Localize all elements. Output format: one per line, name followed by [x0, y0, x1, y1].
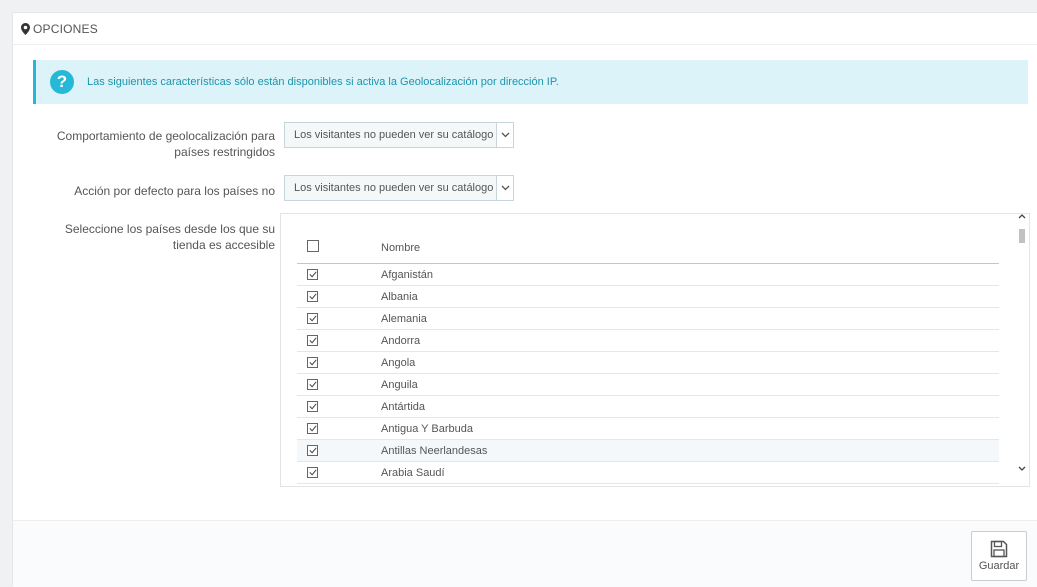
column-header-name: Nombre: [381, 242, 421, 254]
countries-label: Seleccione los países desde los que su t…: [65, 221, 275, 253]
scrollbar-thumb[interactable]: [1019, 229, 1025, 243]
geolocation-behavior-select[interactable]: Los visitantes no pueden ver su catálogo: [284, 122, 514, 148]
country-checkbox[interactable]: [307, 401, 318, 412]
label-line: Seleccione los países desde los que su: [64, 222, 275, 236]
default-action-select[interactable]: Los visitantes no pueden ver su catálogo: [284, 175, 514, 201]
table-row: Afganistán: [297, 264, 999, 286]
country-checkbox[interactable]: [307, 291, 318, 302]
table-row: Antártida: [297, 396, 999, 418]
info-alert: ? Las siguientes características sólo es…: [33, 60, 1028, 104]
country-name: Anguila: [381, 379, 418, 391]
country-checkbox[interactable]: [307, 423, 318, 434]
check-icon: [309, 447, 317, 454]
country-name: Andorra: [381, 335, 421, 347]
question-icon: ?: [50, 70, 74, 94]
country-name: Arabia Saudí: [381, 467, 445, 479]
label-line: tienda es accesible: [172, 238, 275, 252]
country-name: Antigua Y Barbuda: [381, 423, 473, 435]
country-name: Antillas Neerlandesas: [381, 445, 488, 457]
table-row: Angola: [297, 352, 999, 374]
check-icon: [309, 315, 317, 322]
scroll-down-icon[interactable]: [1016, 463, 1028, 473]
countries-table: Nombre Afganistán Albania Alemania Andor…: [280, 213, 1030, 487]
check-icon: [309, 359, 317, 366]
country-checkbox[interactable]: [307, 269, 318, 280]
label-line: países restringidos: [174, 145, 275, 159]
check-icon: [309, 425, 317, 432]
country-checkbox[interactable]: [307, 357, 318, 368]
table-row-partial: [297, 484, 999, 486]
table-header: Nombre: [297, 232, 999, 264]
chevron-down-icon[interactable]: [496, 123, 513, 147]
table-row: Anguila: [297, 374, 999, 396]
table-row: Antigua Y Barbuda: [297, 418, 999, 440]
country-name: Alemania: [381, 313, 427, 325]
check-icon: [309, 381, 317, 388]
alert-text: Las siguientes características sólo está…: [87, 76, 559, 88]
table-row: Albania: [297, 286, 999, 308]
country-name: Antártida: [381, 401, 426, 413]
select-value: Los visitantes no pueden ver su catálogo: [294, 182, 494, 194]
map-marker-icon: [21, 22, 30, 35]
country-checkbox[interactable]: [307, 313, 318, 324]
country-checkbox[interactable]: [307, 467, 318, 478]
table-scrollbar[interactable]: [1016, 211, 1028, 473]
chevron-down-icon[interactable]: [496, 176, 513, 200]
country-name: Afganistán: [381, 269, 433, 281]
country-name: Angola: [381, 357, 416, 369]
table-row: Alemania: [297, 308, 999, 330]
panel-heading: OPCIONES: [13, 13, 1037, 45]
check-icon: [309, 469, 317, 476]
country-checkbox[interactable]: [307, 379, 318, 390]
check-icon: [309, 271, 317, 278]
scroll-up-icon[interactable]: [1016, 211, 1028, 221]
select-all-checkbox[interactable]: [307, 240, 319, 252]
label-line: Acción por defecto para los países no: [74, 184, 275, 198]
save-label: Guardar: [978, 560, 1020, 572]
table-row: Andorra: [297, 330, 999, 352]
geolocation-behavior-label: Comportamiento de geolocalización para p…: [57, 128, 275, 160]
save-button[interactable]: Guardar: [971, 531, 1027, 581]
country-checkbox[interactable]: [307, 445, 318, 456]
table-row: Antillas Neerlandesas: [297, 440, 999, 462]
options-panel: OPCIONES ? Las siguientes característica…: [12, 12, 1037, 587]
check-icon: [309, 337, 317, 344]
table-row: Arabia Saudí: [297, 462, 999, 484]
country-name: Albania: [381, 291, 418, 303]
panel-footer: Guardar: [13, 520, 1037, 587]
check-icon: [309, 403, 317, 410]
floppy-disk-icon: [990, 540, 1008, 558]
panel-title: OPCIONES: [33, 21, 98, 36]
country-checkbox[interactable]: [307, 335, 318, 346]
select-value: Los visitantes no pueden ver su catálogo: [294, 129, 494, 141]
default-action-label: Acción por defecto para los países no: [74, 183, 275, 199]
label-line: Comportamiento de geolocalización para: [56, 129, 275, 143]
check-icon: [309, 293, 317, 300]
